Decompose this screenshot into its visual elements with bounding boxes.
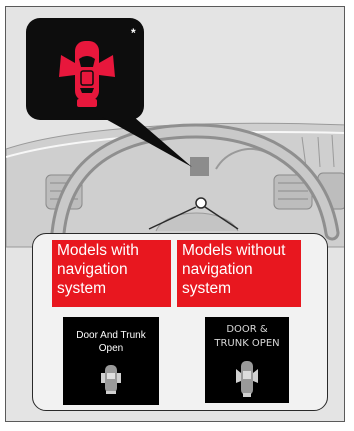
models-with-navigation-label: Models with navigation system (52, 240, 171, 307)
navigation-display-screen: Door And Trunk Open (63, 317, 159, 405)
car-top-view-icon (236, 361, 258, 397)
navigation-display-line-1: Door And Trunk (76, 330, 146, 341)
models-without-navigation-label: Models without navigation system (177, 240, 301, 307)
cluster-display-screen: DOOR & TRUNK OPEN (205, 317, 289, 403)
navigation-display-message: Door And Trunk Open (63, 329, 159, 355)
car-top-view-icon (101, 365, 121, 394)
cluster-display-message: DOOR & TRUNK OPEN (205, 323, 289, 351)
door-open-car-icon (59, 41, 115, 107)
footnote-mark: * (131, 26, 136, 40)
illustration-frame: * Models with navigation system Models w… (5, 6, 345, 422)
navigation-display-line-2: Open (98, 343, 124, 354)
cluster-display-line-1: DOOR & (226, 324, 268, 335)
cluster-display-line-2: TRUNK OPEN (214, 338, 280, 349)
